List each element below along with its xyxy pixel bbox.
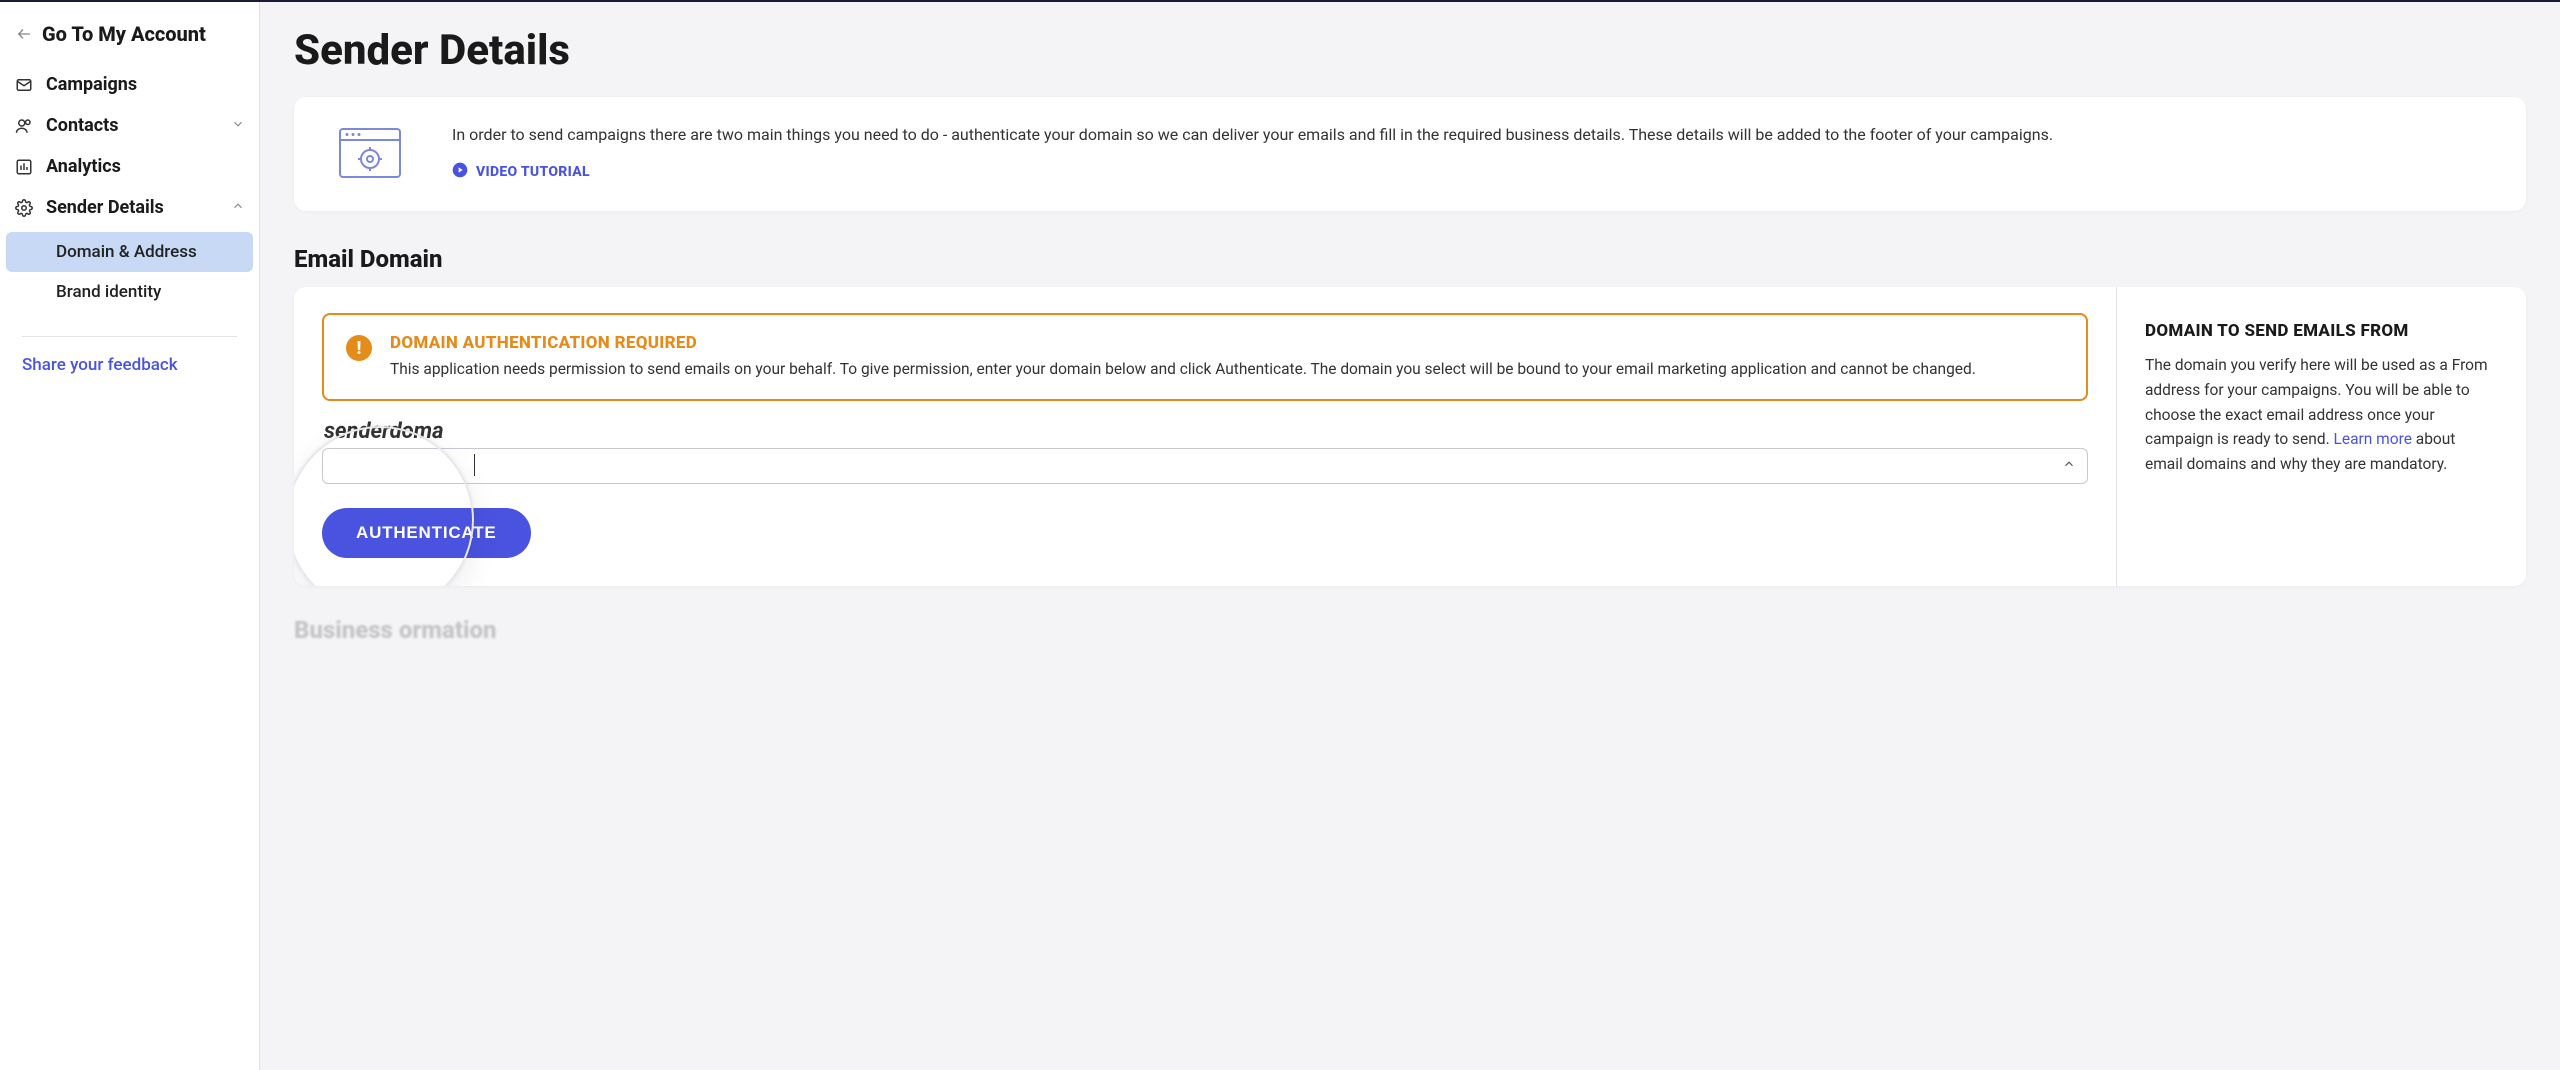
intro-text: In order to send campaigns there are two… <box>452 123 2053 148</box>
text-caret <box>474 454 475 476</box>
share-feedback-link[interactable]: Share your feedback <box>0 351 259 379</box>
nav-item-sender-details[interactable]: Sender Details <box>0 187 259 228</box>
play-icon <box>452 162 468 182</box>
subnav-brand-identity[interactable]: Brand identity <box>6 272 253 312</box>
video-link-label: VIDEO TUTORIAL <box>476 164 590 180</box>
warning-content: DOMAIN AUTHENTICATION REQUIRED This appl… <box>390 333 1976 381</box>
chevron-up-icon <box>231 197 245 218</box>
gear-icon <box>14 198 34 218</box>
domain-right-title: DOMAIN TO SEND EMAILS FROM <box>2145 321 2496 341</box>
settings-window-icon <box>328 123 412 185</box>
nav-label: Analytics <box>46 156 121 177</box>
email-domain-left: ! DOMAIN AUTHENTICATION REQUIRED This ap… <box>294 287 2116 586</box>
main-content: Sender Details In order to send campaign… <box>260 2 2560 1070</box>
domain-input-wrap <box>322 448 2088 484</box>
nav-item-contacts[interactable]: Contacts <box>0 105 259 146</box>
subnav-domain-address[interactable]: Domain & Address <box>6 232 253 272</box>
page-title: Sender Details <box>294 26 2526 75</box>
sidebar: Go To My Account Campaigns Contacts Anal… <box>0 2 260 1070</box>
nav-item-campaigns[interactable]: Campaigns <box>0 64 259 105</box>
warning-body: This application needs permission to sen… <box>390 357 1976 381</box>
authenticate-button[interactable]: AUTHENTICATE <box>322 508 531 558</box>
nav-label: Sender Details <box>46 197 164 218</box>
domain-input[interactable] <box>322 448 2088 484</box>
subnav-label: Domain & Address <box>56 242 197 262</box>
email-domain-right: DOMAIN TO SEND EMAILS FROM The domain yo… <box>2116 287 2526 586</box>
subnav-label: Brand identity <box>56 282 161 302</box>
email-domain-heading: Email Domain <box>294 245 2526 273</box>
exclamation-icon: ! <box>346 335 372 361</box>
back-label: Go To My Account <box>42 22 206 46</box>
chevron-up-icon[interactable] <box>2062 457 2076 475</box>
chevron-down-icon <box>231 115 245 136</box>
warning-title: DOMAIN AUTHENTICATION REQUIRED <box>390 333 1976 353</box>
nav-label: Campaigns <box>46 74 137 95</box>
feedback-label: Share your feedback <box>22 355 178 375</box>
business-information-heading: Business ormation <box>294 616 2526 644</box>
domain-auth-warning: ! DOMAIN AUTHENTICATION REQUIRED This ap… <box>322 313 2088 401</box>
intro-card: In order to send campaigns there are two… <box>294 97 2526 211</box>
nav-item-analytics[interactable]: Analytics <box>0 146 259 187</box>
sender-details-submenu: Domain & Address Brand identity <box>0 228 259 318</box>
domain-field-label: senderdoma <box>322 419 2088 444</box>
people-icon <box>14 116 34 136</box>
learn-more-link[interactable]: Learn more <box>2334 430 2412 448</box>
sidebar-divider <box>22 336 237 337</box>
chart-icon <box>14 157 34 177</box>
video-tutorial-link[interactable]: VIDEO TUTORIAL <box>452 162 590 182</box>
email-domain-card: ! DOMAIN AUTHENTICATION REQUIRED This ap… <box>294 287 2526 586</box>
mail-icon <box>14 75 34 95</box>
domain-right-body: The domain you verify here will be used … <box>2145 353 2496 477</box>
intro-body: In order to send campaigns there are two… <box>452 123 2053 182</box>
authenticate-label: AUTHENTICATE <box>356 523 497 542</box>
arrow-left-icon <box>14 24 34 44</box>
nav-label: Contacts <box>46 115 118 136</box>
back-to-account-link[interactable]: Go To My Account <box>0 16 259 64</box>
